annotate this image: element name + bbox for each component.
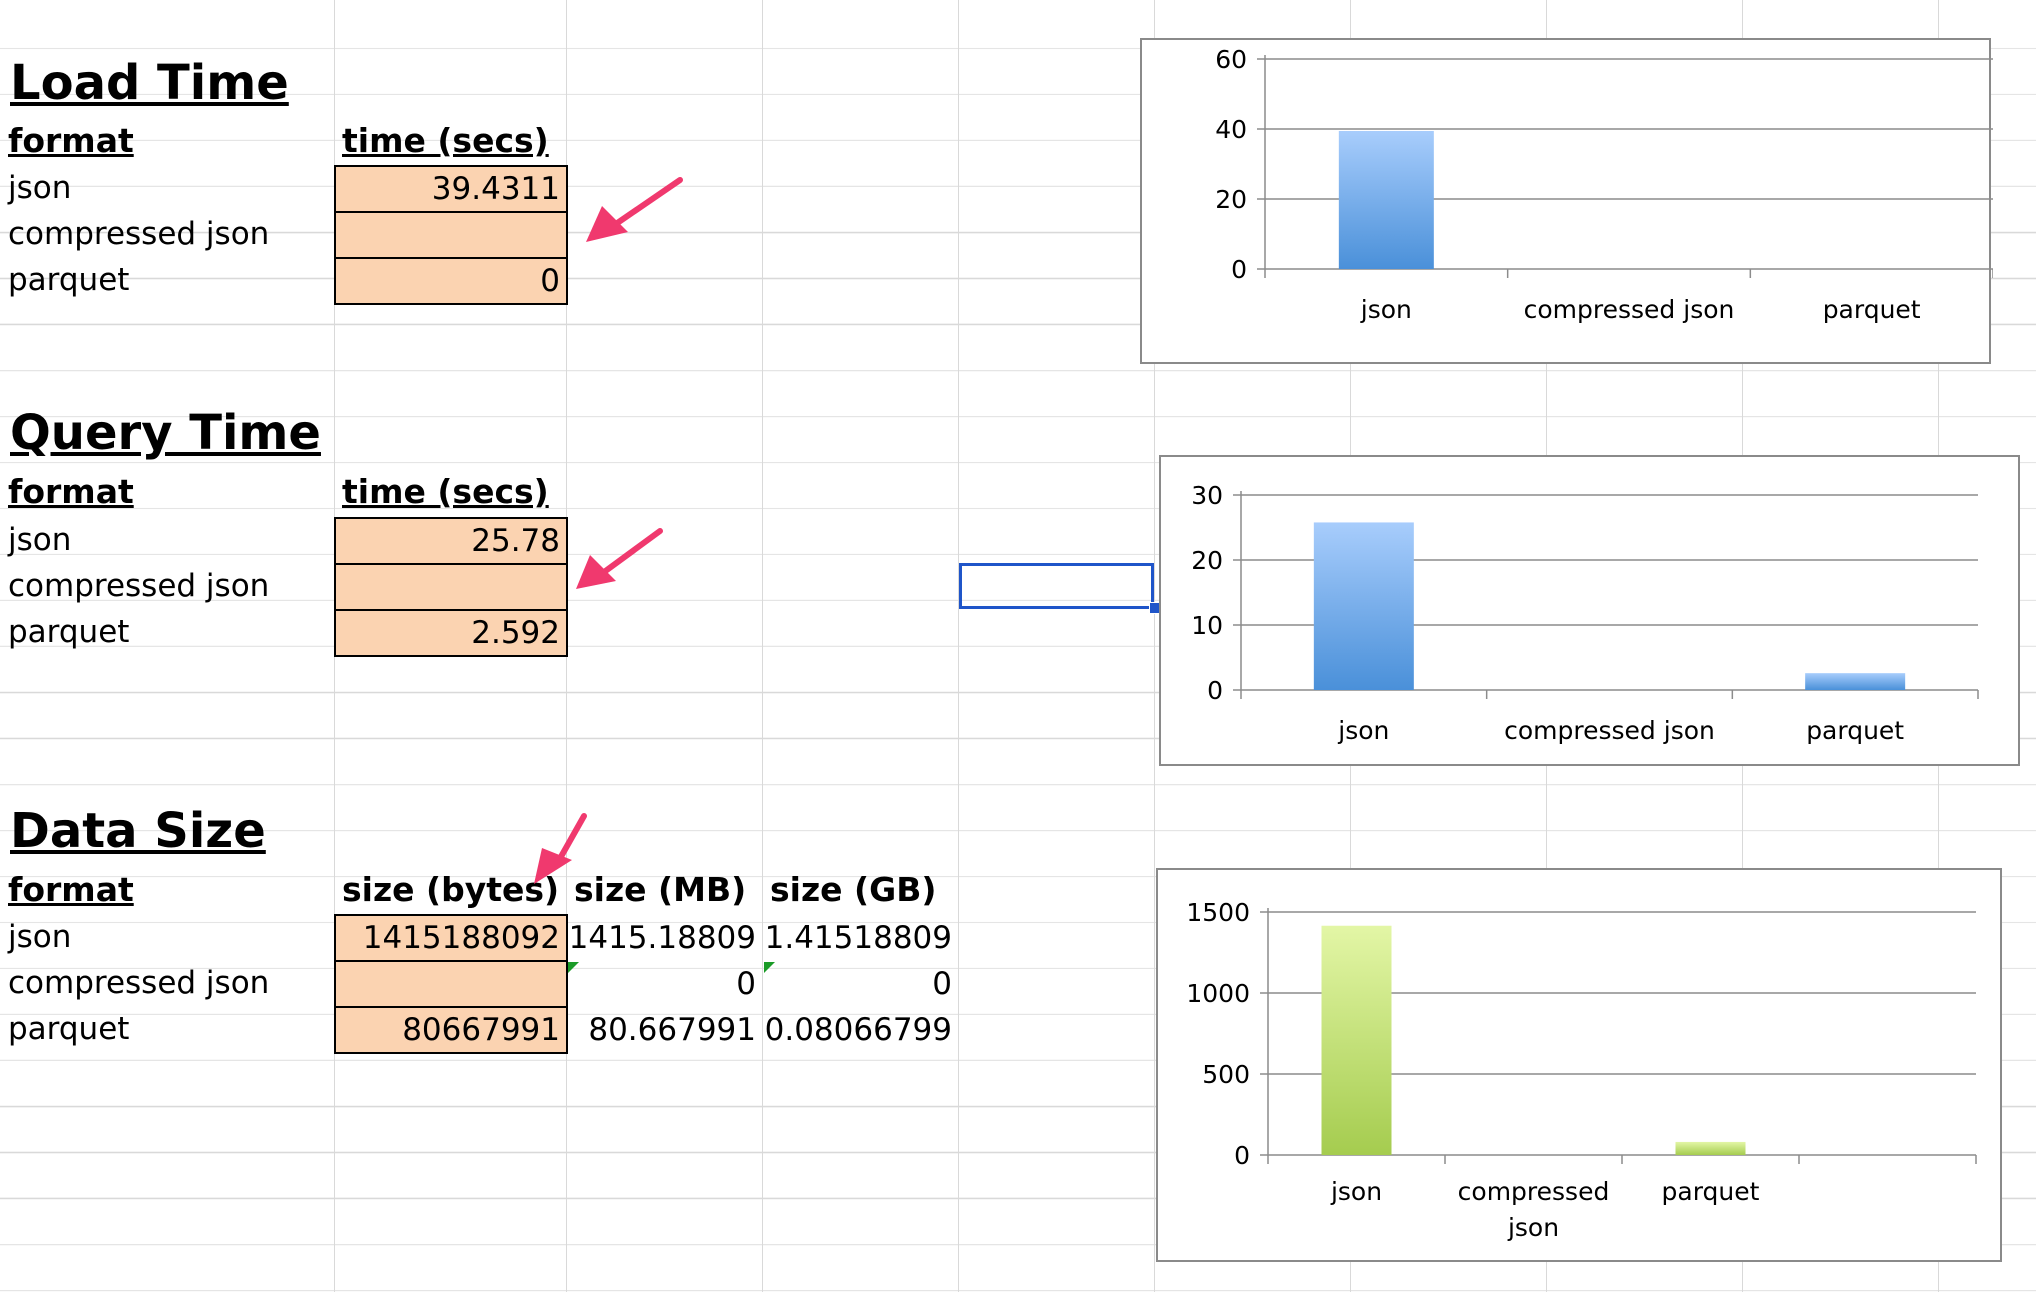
query-time-row-label[interactable]: json bbox=[8, 520, 71, 560]
y-tick-label: 20 bbox=[1191, 546, 1223, 575]
y-tick-label: 30 bbox=[1191, 481, 1223, 510]
x-category-label: compressed json bbox=[1504, 716, 1715, 745]
load-time-json-cell[interactable]: 39.4311 bbox=[334, 165, 568, 213]
data-size-title: Data Size bbox=[10, 803, 266, 859]
load-time-time-header: time (secs) bbox=[342, 121, 549, 160]
y-tick-label: 1500 bbox=[1186, 898, 1250, 927]
y-tick-label: 0 bbox=[1231, 255, 1247, 284]
load-time-title: Load Time bbox=[10, 55, 289, 111]
data-size-parquet-bytes-cell[interactable]: 80667991 bbox=[334, 1006, 568, 1054]
load-time-row-label[interactable]: json bbox=[8, 168, 71, 208]
query-time-row-label[interactable]: parquet bbox=[8, 612, 129, 652]
y-tick-label: 500 bbox=[1202, 1060, 1250, 1089]
data-size-compressed-gb-cell[interactable]: 0 bbox=[762, 962, 958, 1006]
x-category-label: parquet bbox=[1662, 1177, 1760, 1206]
data-size-row-label[interactable]: parquet bbox=[8, 1009, 129, 1049]
data-size-json-mb-cell[interactable]: 1415.18809 bbox=[566, 916, 762, 960]
pink-annotation-arrow-icon bbox=[586, 177, 683, 242]
x-category-label: json bbox=[1330, 1177, 1382, 1206]
query-time-format-header: format bbox=[8, 472, 134, 511]
selected-cell[interactable] bbox=[959, 563, 1154, 609]
x-category-label: compressed bbox=[1458, 1177, 1610, 1206]
x-category-label: parquet bbox=[1806, 716, 1904, 745]
data-size-row-label[interactable]: json bbox=[8, 917, 71, 957]
load-time-parquet-cell[interactable]: 0 bbox=[334, 257, 568, 305]
x-category-label: compressed json bbox=[1524, 295, 1735, 324]
data-size-chart-svg: 0 500 1000 1500 json compressed json parquet bbox=[1186, 898, 1977, 1242]
data-size-parquet-mb-cell[interactable]: 80.667991 bbox=[566, 1008, 762, 1052]
load-time-chart[interactable]: 0 20 40 60 json compressed json parquet bbox=[1140, 38, 1993, 364]
x-category-label: json bbox=[1337, 716, 1389, 745]
y-tick-label: 60 bbox=[1215, 45, 1247, 74]
bar-json[interactable] bbox=[1338, 130, 1434, 269]
bar-json[interactable] bbox=[1313, 522, 1414, 690]
query-time-time-header: time (secs) bbox=[342, 472, 549, 511]
query-time-title: Query Time bbox=[10, 405, 321, 461]
y-tick-label: 0 bbox=[1234, 1141, 1250, 1170]
data-size-parquet-gb-cell[interactable]: 0.08066799 bbox=[762, 1008, 958, 1052]
x-category-label: parquet bbox=[1823, 295, 1921, 324]
column-divider bbox=[958, 0, 959, 1292]
x-category-label: json bbox=[1507, 1213, 1559, 1242]
query-time-parquet-cell[interactable]: 2.592 bbox=[334, 609, 568, 657]
bar-json[interactable] bbox=[1321, 925, 1392, 1155]
data-size-bytes-header: size (bytes) bbox=[342, 870, 560, 909]
column-divider bbox=[762, 0, 763, 1292]
bar-parquet[interactable] bbox=[1675, 1141, 1746, 1155]
y-tick-label: 1000 bbox=[1186, 979, 1250, 1008]
query-time-compressed-json-cell[interactable] bbox=[334, 563, 568, 611]
load-time-row-label[interactable]: parquet bbox=[8, 260, 129, 300]
y-tick-label: 40 bbox=[1215, 115, 1247, 144]
load-time-format-header: format bbox=[8, 121, 134, 160]
x-category-label: json bbox=[1360, 295, 1412, 324]
data-size-json-gb-cell[interactable]: 1.41518809 bbox=[762, 916, 958, 960]
y-tick-label: 20 bbox=[1215, 185, 1247, 214]
data-size-format-header: format bbox=[8, 870, 134, 909]
formula-error-indicator-icon bbox=[568, 962, 579, 973]
query-time-chart-svg: 0 10 20 30 json compressed json parquet bbox=[1191, 481, 1979, 745]
data-size-compressed-mb-cell[interactable]: 0 bbox=[566, 962, 762, 1006]
query-time-chart[interactable]: 0 10 20 30 json compressed json parquet bbox=[1159, 455, 2020, 766]
data-size-json-bytes-cell[interactable]: 1415188092 bbox=[334, 914, 568, 962]
y-tick-label: 0 bbox=[1207, 676, 1223, 705]
query-time-row-label[interactable]: compressed json bbox=[8, 566, 269, 606]
query-time-json-cell[interactable]: 25.78 bbox=[334, 517, 568, 565]
y-tick-label: 10 bbox=[1191, 611, 1223, 640]
pink-annotation-arrow-icon bbox=[576, 528, 663, 589]
formula-error-indicator-icon bbox=[764, 962, 775, 973]
bar-parquet[interactable] bbox=[1805, 673, 1906, 690]
load-time-compressed-json-cell[interactable] bbox=[334, 211, 568, 259]
data-size-row-label[interactable]: compressed json bbox=[8, 963, 269, 1003]
data-size-compressed-bytes-cell[interactable] bbox=[334, 960, 568, 1008]
data-size-chart[interactable]: 0 500 1000 1500 json compressed json parquet bbox=[1156, 868, 2002, 1262]
data-size-gb-header: size (GB) bbox=[770, 870, 937, 909]
load-time-row-label[interactable]: compressed json bbox=[8, 214, 269, 254]
pink-annotation-arrow-icon bbox=[534, 813, 587, 884]
load-time-chart-svg: 0 20 40 60 json compressed json parquet bbox=[1215, 45, 1993, 324]
